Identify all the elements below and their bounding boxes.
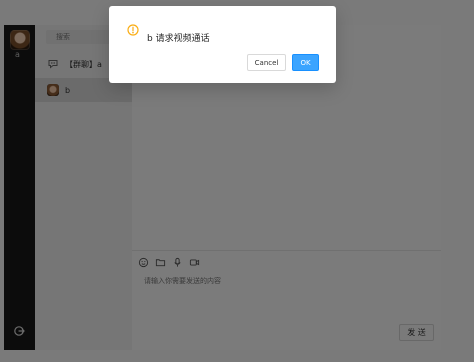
warning-icon: [127, 24, 139, 36]
dialog-title: b 请求视频通话: [147, 34, 210, 44]
ok-button[interactable]: OK: [292, 54, 319, 71]
cancel-button[interactable]: Cancel: [247, 54, 286, 71]
video-call-request-dialog: b 请求视频通话 Cancel OK: [109, 6, 336, 83]
